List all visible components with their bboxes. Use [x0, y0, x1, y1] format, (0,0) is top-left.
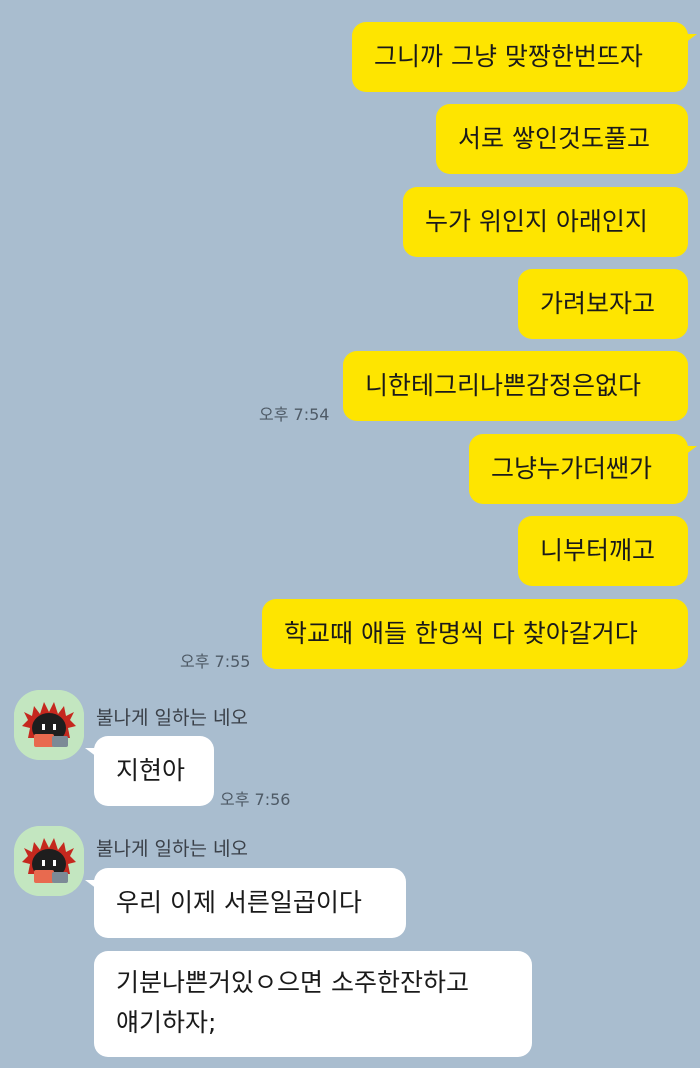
sender-name: 불나게 일하는 네오: [96, 838, 248, 860]
message-text: 니한테그리나쁜감정은없다: [365, 371, 642, 400]
message-bubble-outgoing[interactable]: 서로 쌓인것도풀고: [436, 104, 688, 174]
message-bubble-incoming[interactable]: 우리 이제 서른일곱이다: [85, 868, 406, 938]
message-bubble-outgoing[interactable]: 니부터깨고: [518, 516, 688, 586]
neo-avatar-icon: [14, 690, 84, 760]
message-bubble-incoming[interactable]: 지현아: [85, 736, 214, 806]
message-text: 우리 이제 서른일곱이다: [116, 888, 362, 917]
sender-avatar[interactable]: [14, 690, 84, 760]
message-bubble-outgoing[interactable]: 그냥누가더쌘가: [469, 434, 697, 504]
message-bubble-outgoing[interactable]: 니한테그리나쁜감정은없다: [343, 351, 688, 421]
message-text: 지현아: [116, 756, 186, 785]
sender-avatar[interactable]: [14, 826, 84, 896]
message-text: 그냥누가더쌘가: [491, 454, 653, 483]
message-bubble-incoming[interactable]: 기분나쁜거있ㅇ으면 소주한잔하고 얘기하자;: [94, 951, 532, 1057]
message-bubble-outgoing[interactable]: 누가 위인지 아래인지: [403, 187, 688, 257]
sender-name: 불나게 일하는 네오: [96, 707, 248, 729]
message-text: 가려보자고: [540, 289, 656, 318]
message-text: 학교때 애들 한명씩 다 찾아갈거다: [284, 619, 638, 648]
message-timestamp: 오후 7:56: [220, 790, 291, 809]
message-bubble-outgoing[interactable]: 가려보자고: [518, 269, 688, 339]
neo-avatar-icon: [14, 826, 84, 896]
message-text-line: 기분나쁜거있ㅇ으면 소주한잔하고: [116, 968, 469, 997]
message-text-line: 얘기하자;: [116, 1008, 217, 1037]
message-text: 누가 위인지 아래인지: [425, 207, 648, 236]
message-bubble-outgoing[interactable]: 그니까 그냥 맞짱한번뜨자: [352, 22, 697, 92]
message-bubble-outgoing[interactable]: 학교때 애들 한명씩 다 찾아갈거다: [262, 599, 688, 669]
message-text: 니부터깨고: [540, 536, 656, 565]
message-timestamp: 오후 7:55: [180, 652, 251, 671]
message-text: 그니까 그냥 맞짱한번뜨자: [374, 42, 643, 71]
message-text: 서로 쌓인것도풀고: [458, 124, 650, 153]
message-timestamp: 오후 7:54: [259, 405, 330, 424]
